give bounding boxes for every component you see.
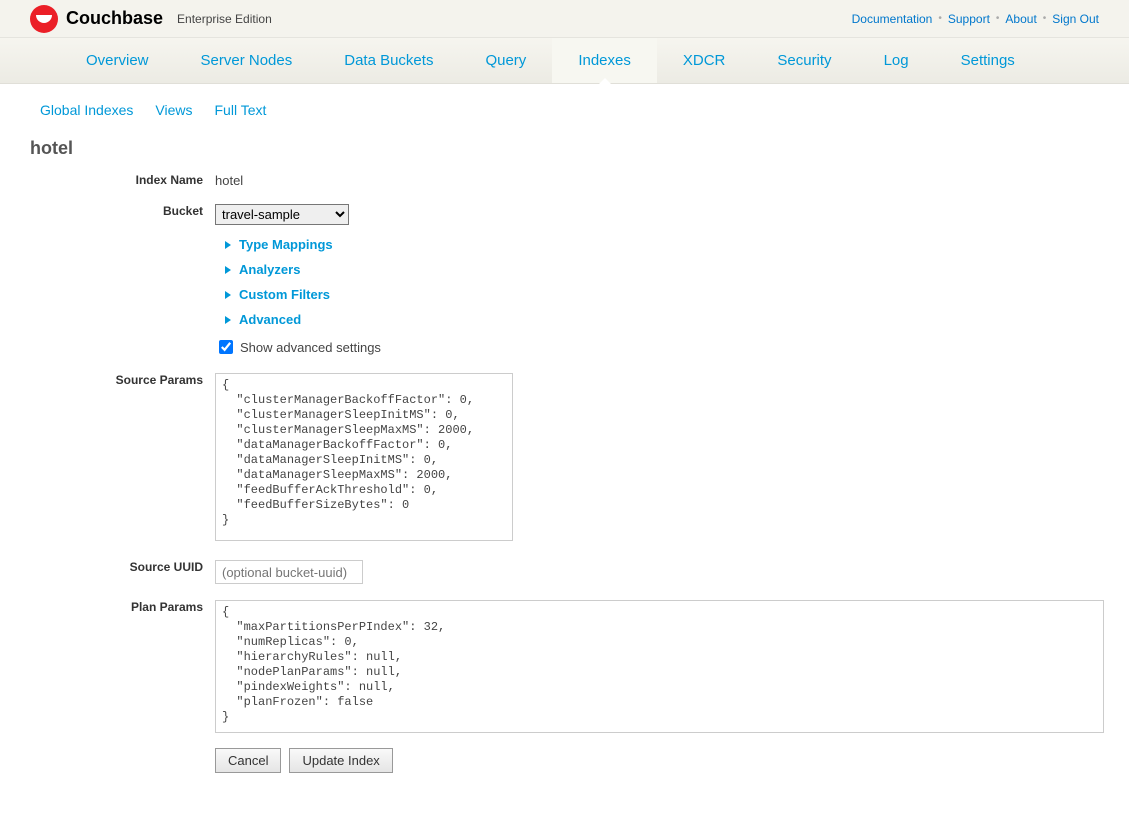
triangle-right-icon bbox=[225, 241, 231, 249]
checkbox-show-advanced[interactable] bbox=[219, 340, 233, 354]
row-source-params: Source Params bbox=[30, 369, 1099, 544]
top-bar: Couchbase Enterprise Edition Documentati… bbox=[0, 0, 1129, 38]
triangle-right-icon bbox=[225, 291, 231, 299]
select-bucket[interactable]: travel-sample bbox=[215, 204, 349, 225]
expand-analyzers[interactable]: Analyzers bbox=[215, 262, 1099, 277]
update-index-button[interactable]: Update Index bbox=[289, 748, 392, 773]
brand-name: Couchbase bbox=[66, 8, 163, 29]
button-row: Cancel Update Index bbox=[215, 748, 1099, 773]
subnav-full-text[interactable]: Full Text bbox=[215, 102, 267, 118]
input-source-uuid[interactable] bbox=[215, 560, 363, 584]
show-advanced-wrap: Show advanced settings bbox=[215, 337, 1099, 357]
expand-label: Custom Filters bbox=[239, 287, 330, 302]
logo-wrap: Couchbase Enterprise Edition bbox=[30, 5, 272, 33]
triangle-right-icon bbox=[225, 316, 231, 324]
label-source-params: Source Params bbox=[30, 369, 215, 387]
label-plan-params: Plan Params bbox=[30, 596, 215, 614]
label-source-uuid: Source UUID bbox=[30, 556, 215, 574]
nav-server-nodes[interactable]: Server Nodes bbox=[175, 38, 319, 83]
textarea-plan-params[interactable] bbox=[215, 600, 1104, 733]
textarea-source-params[interactable] bbox=[215, 373, 513, 541]
link-support[interactable]: Support bbox=[948, 12, 990, 26]
separator-dot: • bbox=[1043, 13, 1047, 24]
expand-label: Analyzers bbox=[239, 262, 300, 277]
cancel-button[interactable]: Cancel bbox=[215, 748, 281, 773]
row-bucket: Bucket travel-sample bbox=[30, 200, 1099, 225]
nav-xdcr[interactable]: XDCR bbox=[657, 38, 752, 83]
value-index-name: hotel bbox=[215, 169, 1099, 188]
link-signout[interactable]: Sign Out bbox=[1052, 12, 1099, 26]
expand-label: Advanced bbox=[239, 312, 301, 327]
label-index-name: Index Name bbox=[30, 169, 215, 187]
nav-settings[interactable]: Settings bbox=[935, 38, 1041, 83]
edition-label: Enterprise Edition bbox=[177, 12, 272, 26]
nav-overview[interactable]: Overview bbox=[60, 38, 175, 83]
sub-nav: Global Indexes Views Full Text bbox=[0, 84, 1129, 130]
expand-type-mappings[interactable]: Type Mappings bbox=[215, 237, 1099, 252]
label-bucket: Bucket bbox=[30, 200, 215, 218]
top-links: Documentation • Support • About • Sign O… bbox=[852, 12, 1099, 26]
expand-label: Type Mappings bbox=[239, 237, 333, 252]
separator-dot: • bbox=[996, 13, 1000, 24]
page-title: hotel bbox=[0, 130, 1129, 169]
link-about[interactable]: About bbox=[1005, 12, 1036, 26]
row-source-uuid: Source UUID bbox=[30, 556, 1099, 584]
expand-custom-filters[interactable]: Custom Filters bbox=[215, 287, 1099, 302]
label-show-advanced: Show advanced settings bbox=[240, 340, 381, 355]
expand-advanced[interactable]: Advanced bbox=[215, 312, 1099, 327]
nav-query[interactable]: Query bbox=[459, 38, 552, 83]
expand-list: Type Mappings Analyzers Custom Filters A… bbox=[215, 237, 1099, 327]
subnav-views[interactable]: Views bbox=[155, 102, 192, 118]
row-index-name: Index Name hotel bbox=[30, 169, 1099, 188]
subnav-global-indexes[interactable]: Global Indexes bbox=[40, 102, 133, 118]
row-plan-params: Plan Params bbox=[30, 596, 1099, 736]
separator-dot: • bbox=[938, 13, 942, 24]
nav-log[interactable]: Log bbox=[858, 38, 935, 83]
triangle-right-icon bbox=[225, 266, 231, 274]
nav-security[interactable]: Security bbox=[751, 38, 857, 83]
nav-indexes[interactable]: Indexes bbox=[552, 38, 657, 83]
main-nav: Overview Server Nodes Data Buckets Query… bbox=[0, 38, 1129, 84]
nav-data-buckets[interactable]: Data Buckets bbox=[318, 38, 459, 83]
couchbase-logo-icon bbox=[30, 5, 58, 33]
form-area: Index Name hotel Bucket travel-sample Ty… bbox=[0, 169, 1129, 825]
link-documentation[interactable]: Documentation bbox=[852, 12, 933, 26]
